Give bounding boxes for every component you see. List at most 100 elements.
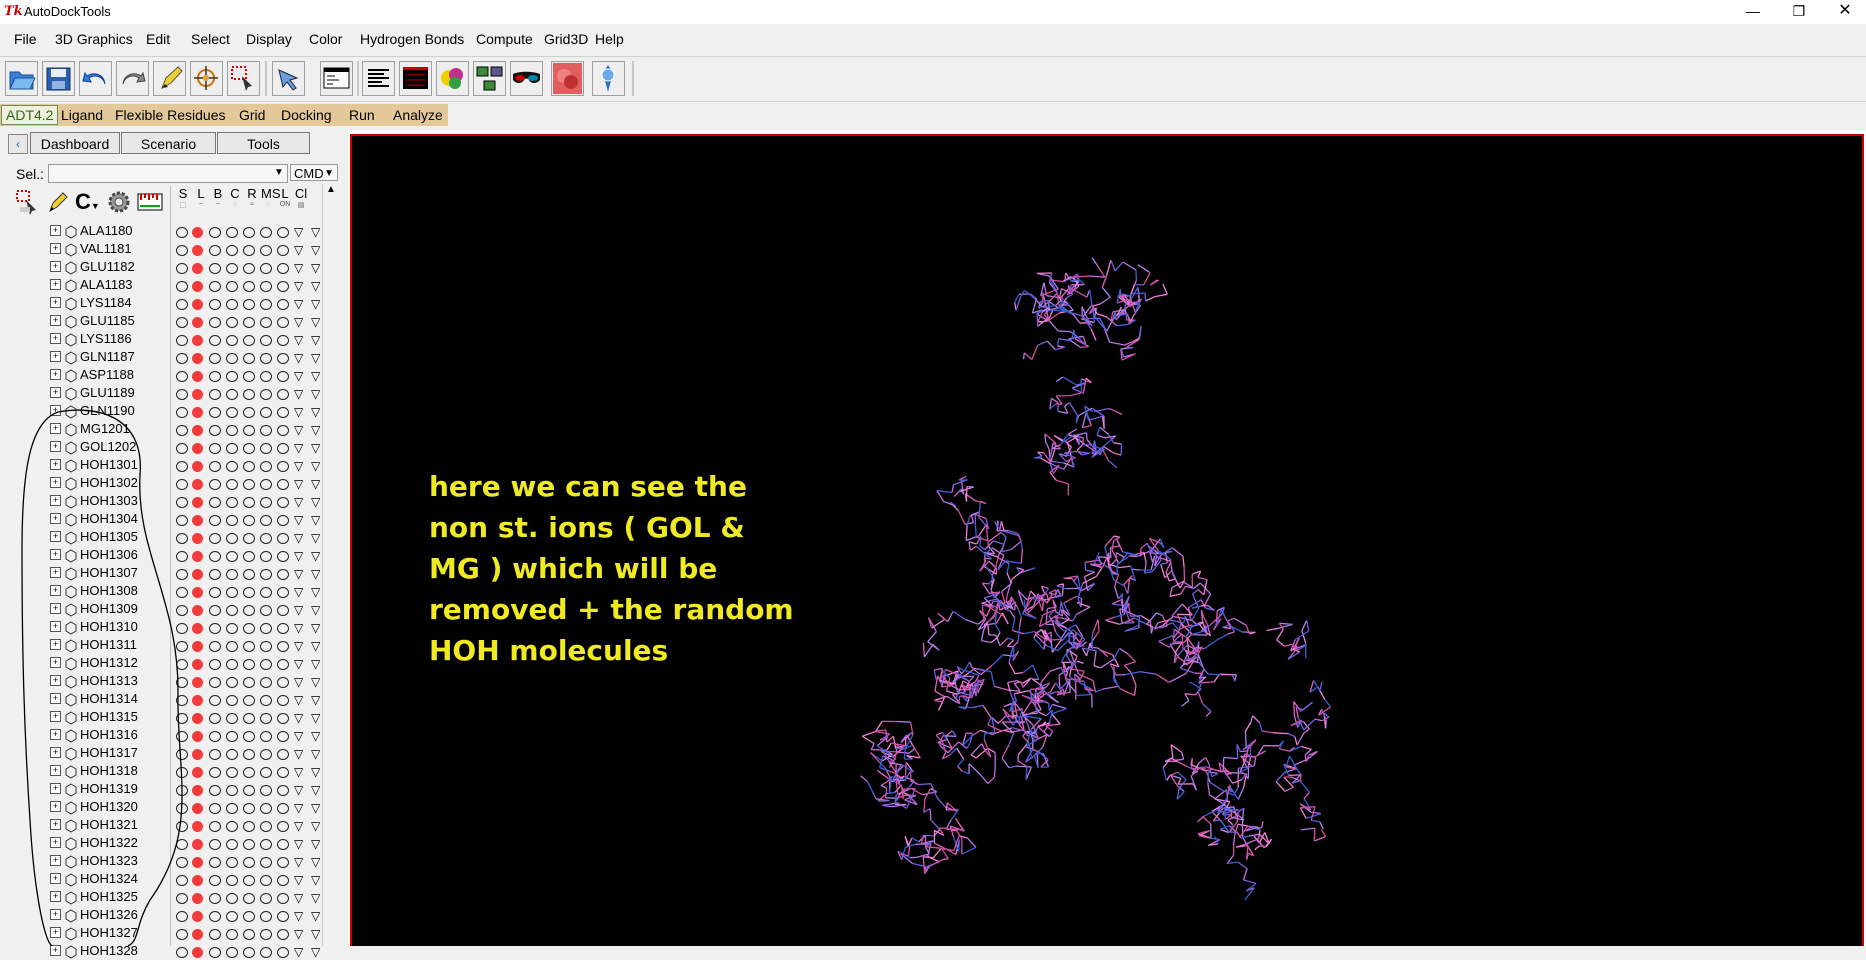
display-toggle[interactable]	[260, 479, 272, 490]
display-toggle[interactable]	[260, 371, 272, 382]
show-toggle[interactable]	[176, 371, 188, 382]
display-toggle[interactable]	[209, 299, 221, 310]
menu-file[interactable]: File	[14, 31, 37, 47]
expand-icon[interactable]: +	[50, 405, 61, 416]
lines-toggle[interactable]	[192, 317, 203, 328]
list-item[interactable]: + GLU1185 ▽ ▽	[0, 312, 320, 330]
display-toggle[interactable]	[277, 731, 289, 742]
expand-icon[interactable]: +	[50, 873, 61, 884]
expand-icon[interactable]: +	[50, 243, 61, 254]
expand-icon[interactable]: +	[50, 945, 61, 956]
show-toggle[interactable]	[176, 587, 188, 598]
display-toggle[interactable]	[277, 713, 289, 724]
column-header[interactable]: S	[176, 186, 190, 201]
display-toggle[interactable]	[226, 659, 238, 670]
lines-toggle[interactable]	[192, 947, 203, 958]
display-toggle[interactable]	[243, 767, 255, 778]
color-menu-icon[interactable]: ▽	[294, 442, 303, 454]
show-toggle[interactable]	[176, 353, 188, 364]
display-toggle[interactable]	[260, 335, 272, 346]
display-toggle[interactable]	[209, 911, 221, 922]
display-toggle[interactable]	[209, 857, 221, 868]
display-toggle[interactable]	[209, 389, 221, 400]
list-item[interactable]: + VAL1181 ▽ ▽	[0, 240, 320, 258]
display-toggle[interactable]	[243, 803, 255, 814]
show-toggle[interactable]	[176, 767, 188, 778]
expand-icon[interactable]: +	[50, 621, 61, 632]
display-toggle[interactable]	[209, 821, 221, 832]
display-toggle[interactable]	[209, 227, 221, 238]
color-menu-icon[interactable]: ▽	[294, 676, 303, 688]
show-toggle[interactable]	[176, 875, 188, 886]
display-toggle[interactable]	[226, 317, 238, 328]
display-toggle[interactable]	[243, 461, 255, 472]
color-menu-icon[interactable]: ▽	[311, 838, 320, 850]
color-menu-icon[interactable]: ▽	[294, 712, 303, 724]
color-menu-icon[interactable]: ▽	[311, 334, 320, 346]
show-toggle[interactable]	[176, 929, 188, 940]
color-menu-icon[interactable]: ▽	[311, 550, 320, 562]
list-item[interactable]: + HOH1327 ▽ ▽	[0, 924, 320, 942]
list-item[interactable]: + HOH1309 ▽ ▽	[0, 600, 320, 618]
display-toggle[interactable]	[209, 839, 221, 850]
display-toggle[interactable]	[209, 893, 221, 904]
lines-toggle[interactable]	[192, 587, 203, 598]
expand-icon[interactable]: +	[50, 927, 61, 938]
display-toggle[interactable]	[260, 515, 272, 526]
display-toggle[interactable]	[277, 371, 289, 382]
display-toggle[interactable]	[277, 443, 289, 454]
color-menu-icon[interactable]: ▽	[311, 442, 320, 454]
lines-toggle[interactable]	[192, 659, 203, 670]
list-item[interactable]: + GLN1187 ▽ ▽	[0, 348, 320, 366]
color-menu-icon[interactable]: ▽	[294, 694, 303, 706]
display-toggle[interactable]	[209, 587, 221, 598]
color-menu-icon[interactable]: ▽	[294, 352, 303, 364]
pointer-icon[interactable]	[272, 61, 305, 96]
color-menu-icon[interactable]: ▽	[311, 892, 320, 904]
color-menu-icon[interactable]: ▽	[294, 334, 303, 346]
display-toggle[interactable]	[260, 839, 272, 850]
display-toggle[interactable]	[226, 299, 238, 310]
lines-toggle[interactable]	[192, 839, 203, 850]
display-toggle[interactable]	[209, 713, 221, 724]
lines-toggle[interactable]	[192, 227, 203, 238]
display-toggle[interactable]	[226, 803, 238, 814]
lines-toggle[interactable]	[192, 875, 203, 886]
display-toggle[interactable]	[209, 659, 221, 670]
display-toggle[interactable]	[243, 317, 255, 328]
lines-toggle[interactable]	[192, 335, 203, 346]
list-item[interactable]: + HOH1321 ▽ ▽	[0, 816, 320, 834]
display-toggle[interactable]	[277, 497, 289, 508]
display-toggle[interactable]	[260, 533, 272, 544]
collapse-panel-icon[interactable]: ‹	[8, 134, 28, 154]
display-toggle[interactable]	[226, 371, 238, 382]
display-toggle[interactable]	[243, 533, 255, 544]
color-menu-icon[interactable]: ▽	[294, 316, 303, 328]
display-toggle[interactable]	[209, 371, 221, 382]
color-menu-icon[interactable]: ▽	[294, 856, 303, 868]
color-menu-icon[interactable]: ▽	[294, 424, 303, 436]
color-menu-icon[interactable]: ▽	[311, 856, 320, 868]
color-menu-icon[interactable]: ▽	[311, 946, 320, 958]
display-toggle[interactable]	[209, 317, 221, 328]
lines-toggle[interactable]	[192, 461, 203, 472]
expand-icon[interactable]: +	[50, 603, 61, 614]
color-menu-icon[interactable]: ▽	[311, 622, 320, 634]
color-menu-icon[interactable]: ▽	[294, 802, 303, 814]
list-item[interactable]: + HOH1324 ▽ ▽	[0, 870, 320, 888]
expand-icon[interactable]: +	[50, 351, 61, 362]
display-toggle[interactable]	[260, 227, 272, 238]
display-toggle[interactable]	[243, 623, 255, 634]
display-toggle[interactable]	[209, 533, 221, 544]
color-menu-icon[interactable]: ▽	[294, 604, 303, 616]
display-toggle[interactable]	[226, 263, 238, 274]
display-toggle[interactable]	[260, 785, 272, 796]
display-toggle[interactable]	[243, 857, 255, 868]
list-item[interactable]: + MG1201 ▽ ▽	[0, 420, 320, 438]
display-toggle[interactable]	[243, 299, 255, 310]
color-menu-icon[interactable]: ▽	[294, 928, 303, 940]
color-menu-icon[interactable]: ▽	[294, 748, 303, 760]
color-menu-icon[interactable]: ▽	[294, 766, 303, 778]
color-menu-icon[interactable]: ▽	[294, 820, 303, 832]
cmd-select[interactable]: CMD ▼	[290, 164, 338, 181]
